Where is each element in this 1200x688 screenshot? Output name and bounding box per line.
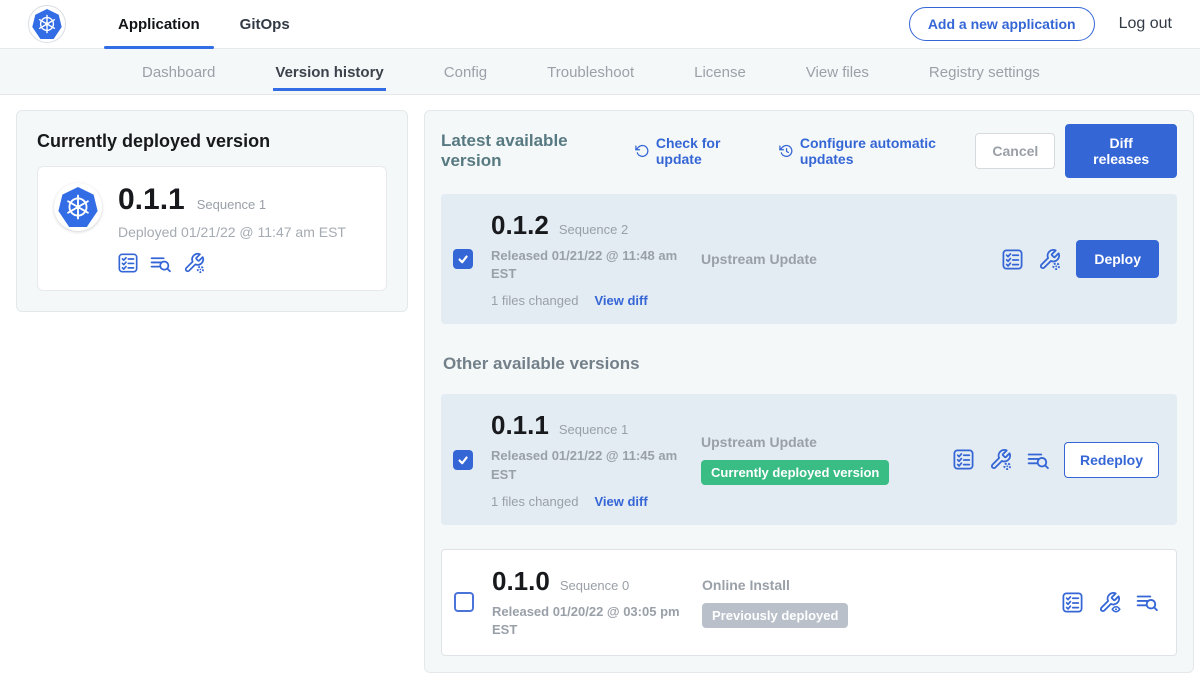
version-sequence: Sequence 0	[560, 578, 629, 593]
version-checkbox[interactable]	[453, 249, 473, 269]
currently-deployed-panel: Currently deployed version 0.1.1 Sequenc…	[16, 110, 408, 312]
deployed-version-sequence: Sequence 1	[197, 197, 266, 212]
configure-automatic-updates-link[interactable]: Configure automatic updates	[779, 135, 975, 167]
version-actions	[1062, 591, 1158, 614]
checklist-icon[interactable]	[1002, 249, 1023, 270]
app-subnav: Dashboard Version history Config Trouble…	[0, 49, 1200, 95]
version-released: Released 01/21/22 @ 11:45 am EST	[491, 447, 683, 483]
check-for-update-label: Check for update	[656, 135, 759, 167]
view-diff-link[interactable]: View diff	[594, 494, 647, 509]
diff-releases-button[interactable]: Diff releases	[1065, 124, 1177, 178]
version-source: Online Install Previously deployed	[702, 577, 954, 628]
version-source: Upstream Update Currently deployed versi…	[701, 434, 953, 485]
currently-deployed-title: Currently deployed version	[37, 131, 387, 152]
add-new-application-button[interactable]: Add a new application	[909, 7, 1095, 41]
files-changed-label: 1 files changed	[491, 293, 578, 308]
check-icon	[457, 454, 469, 466]
release-logs-icon[interactable]	[150, 253, 171, 274]
tab-application[interactable]: Application	[98, 0, 220, 48]
previously-deployed-badge: Previously deployed	[702, 603, 848, 628]
version-info: 0.1.0 Sequence 0 Released 01/20/22 @ 03:…	[492, 566, 702, 639]
version-sequence: Sequence 1	[559, 422, 628, 437]
kubernetes-logo	[28, 5, 66, 43]
version-info: 0.1.1 Sequence 1 Released 01/21/22 @ 11:…	[491, 410, 701, 508]
check-for-update-link[interactable]: Check for update	[635, 135, 759, 167]
source-label: Upstream Update	[701, 434, 953, 450]
deployed-version-number: 0.1.1	[118, 183, 185, 217]
version-number: 0.1.0	[492, 566, 550, 597]
version-info: 0.1.2 Sequence 2 Released 01/21/22 @ 11:…	[491, 210, 701, 308]
source-label: Online Install	[702, 577, 954, 593]
deployed-version-info: 0.1.1 Sequence 1 Deployed 01/21/22 @ 11:…	[118, 183, 346, 274]
other-versions-title: Other available versions	[443, 354, 1177, 374]
deployed-version-actions	[118, 252, 346, 274]
source-label: Upstream Update	[701, 251, 953, 267]
kubernetes-logo-heptagon	[32, 9, 62, 39]
check-icon	[457, 253, 469, 265]
version-checkbox[interactable]	[454, 592, 474, 612]
kubernetes-wheel-icon	[35, 12, 59, 36]
cancel-button[interactable]: Cancel	[975, 133, 1055, 169]
app-tabs: Application GitOps	[98, 0, 310, 48]
top-navbar: Application GitOps Add a new application…	[0, 0, 1200, 49]
topnav-right: Add a new application Log out	[909, 7, 1172, 41]
app-logo	[54, 183, 102, 231]
version-row-0-1-1: 0.1.1 Sequence 1 Released 01/21/22 @ 11:…	[441, 394, 1177, 524]
version-number: 0.1.2	[491, 210, 549, 241]
latest-version-title: Latest available version	[441, 131, 615, 171]
main-content: Currently deployed version 0.1.1 Sequenc…	[0, 95, 1200, 688]
redeploy-button[interactable]: Redeploy	[1064, 442, 1159, 478]
version-actions: Deploy	[1002, 240, 1159, 278]
refresh-icon	[635, 143, 649, 159]
version-checkbox[interactable]	[453, 450, 473, 470]
subnav-tab-dashboard[interactable]: Dashboard	[140, 52, 217, 91]
checklist-icon[interactable]	[953, 449, 974, 470]
latest-version-header: Latest available version Check for updat…	[441, 124, 1177, 178]
currently-deployed-badge: Currently deployed version	[701, 460, 889, 485]
kubernetes-wheel-icon	[62, 191, 94, 223]
version-released: Released 01/21/22 @ 11:48 am EST	[491, 247, 683, 283]
edit-config-icon[interactable]	[1038, 248, 1061, 271]
auto-update-clock-icon	[779, 143, 794, 159]
version-sequence: Sequence 2	[559, 222, 628, 237]
subnav-tab-version-history[interactable]: Version history	[273, 52, 385, 91]
version-number: 0.1.1	[491, 410, 549, 441]
deployed-timestamp: Deployed 01/21/22 @ 11:47 am EST	[118, 224, 346, 240]
configure-automatic-updates-label: Configure automatic updates	[800, 135, 976, 167]
subnav-tab-config[interactable]: Config	[442, 52, 489, 91]
tab-gitops[interactable]: GitOps	[220, 0, 310, 48]
version-rows: 0.1.2 Sequence 2 Released 01/21/22 @ 11:…	[441, 194, 1177, 656]
version-row-0-1-0: 0.1.0 Sequence 0 Released 01/20/22 @ 03:…	[441, 549, 1177, 656]
subnav-tab-license[interactable]: License	[692, 52, 748, 91]
release-logs-icon[interactable]	[1027, 449, 1049, 471]
subnav-tab-registry-settings[interactable]: Registry settings	[927, 52, 1042, 91]
version-row-0-1-2: 0.1.2 Sequence 2 Released 01/21/22 @ 11:…	[441, 194, 1177, 324]
checklist-icon[interactable]	[118, 253, 138, 273]
subnav-tab-troubleshoot[interactable]: Troubleshoot	[545, 52, 636, 91]
logout-link[interactable]: Log out	[1119, 15, 1172, 33]
app-logo-heptagon	[58, 187, 98, 227]
currently-deployed-card: 0.1.1 Sequence 1 Deployed 01/21/22 @ 11:…	[37, 166, 387, 291]
version-actions: Redeploy	[953, 442, 1159, 478]
subnav-tab-view-files[interactable]: View files	[804, 52, 871, 91]
version-source: Upstream Update	[701, 251, 953, 267]
edit-config-icon[interactable]	[989, 448, 1012, 471]
edit-config-icon[interactable]	[183, 252, 205, 274]
deploy-button[interactable]: Deploy	[1076, 240, 1159, 278]
version-history-panel: Latest available version Check for updat…	[424, 110, 1194, 673]
files-changed-label: 1 files changed	[491, 494, 578, 509]
release-logs-icon[interactable]	[1136, 591, 1158, 613]
checklist-icon[interactable]	[1062, 592, 1083, 613]
view-config-icon[interactable]	[1098, 591, 1121, 614]
view-diff-link[interactable]: View diff	[594, 293, 647, 308]
